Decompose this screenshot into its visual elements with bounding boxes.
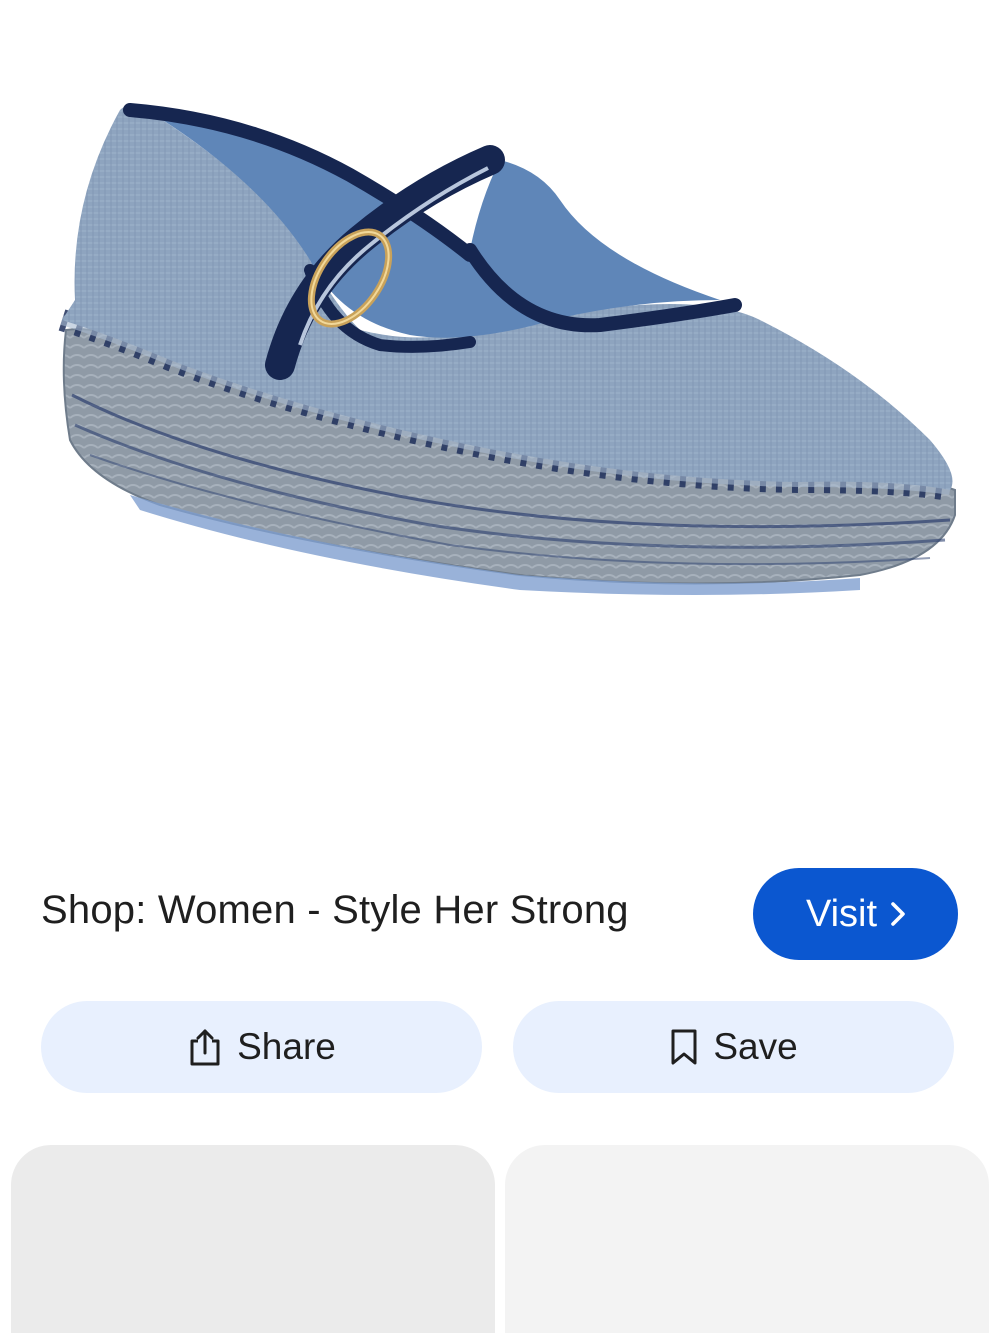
chevron-right-icon [891, 902, 905, 926]
result-info-row: Shop: Women - Style Her Strong Visit [0, 866, 1000, 962]
visit-button[interactable]: Visit [753, 868, 958, 960]
share-label: Share [237, 1026, 336, 1067]
shoe-illustration [58, 103, 956, 595]
image-viewer-page: Shop: Women - Style Her Strong Visit Sha… [0, 0, 1000, 1333]
product-image[interactable] [0, 0, 1000, 820]
source-title[interactable]: Shop: Women - Style Her Strong [41, 888, 629, 933]
related-result-card[interactable] [505, 1145, 989, 1333]
visit-label: Visit [805, 892, 878, 935]
share-button[interactable]: Share [41, 1001, 482, 1093]
share-icon [190, 1029, 220, 1066]
bookmark-icon [671, 1029, 697, 1065]
save-label: Save [713, 1026, 798, 1067]
save-button[interactable]: Save [513, 1001, 954, 1093]
related-result-card[interactable] [11, 1145, 495, 1333]
action-buttons: Share Save [0, 1001, 1000, 1093]
